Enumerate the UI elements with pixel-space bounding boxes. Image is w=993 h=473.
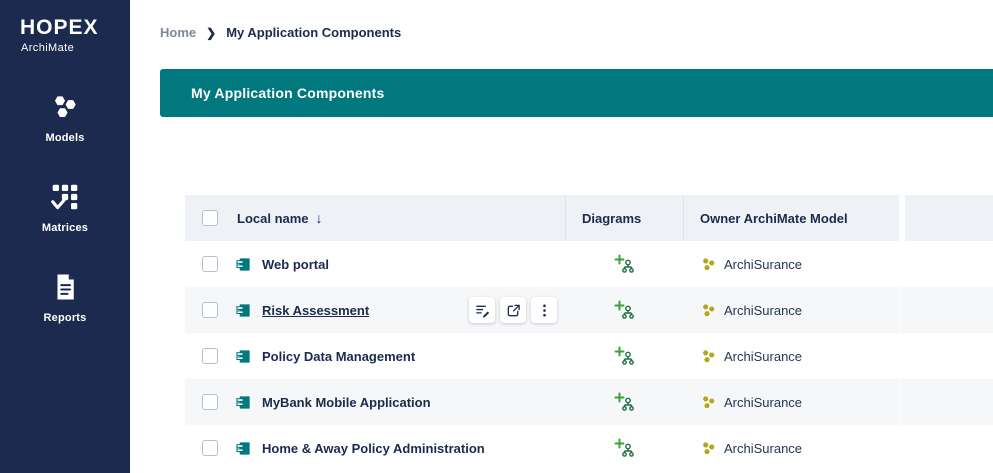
- breadcrumb-current: My Application Components: [226, 25, 402, 40]
- table-header-row: Local name ↓ Diagrams Owner ArchiMate Mo…: [185, 195, 993, 241]
- diagrams-icon[interactable]: [614, 254, 634, 274]
- application-component-icon: [235, 256, 252, 273]
- sidebar-item-matrices[interactable]: Matrices: [42, 182, 88, 234]
- table-row: Risk Assessment ArchiSurance: [185, 287, 993, 333]
- component-name-link[interactable]: MyBank Mobile Application: [262, 395, 431, 410]
- sidebar-nav: Models Matrices Reports: [0, 92, 130, 324]
- owner-model-icon: [700, 302, 717, 319]
- sidebar-item-label: Matrices: [41, 222, 89, 234]
- owner-model-icon: [700, 394, 717, 411]
- panel-header: My Application Components: [160, 69, 993, 117]
- reports-icon: [50, 272, 80, 307]
- components-table: Local name ↓ Diagrams Owner ArchiMate Mo…: [185, 195, 993, 471]
- column-header-extra: [899, 195, 993, 241]
- column-header-owner-model[interactable]: Owner ArchiMate Model: [683, 195, 899, 241]
- owner-model-icon: [700, 440, 717, 457]
- header-checkbox-cell: [185, 195, 235, 241]
- sidebar-item-reports[interactable]: Reports: [44, 272, 87, 324]
- owner-model-name: ArchiSurance: [724, 302, 803, 318]
- component-name-link[interactable]: Risk Assessment: [262, 303, 369, 318]
- owner-model-icon: [700, 348, 717, 365]
- owner-model-name: ArchiSurance: [724, 440, 803, 456]
- row-checkbox[interactable]: [202, 394, 218, 410]
- owner-model-name: ArchiSurance: [724, 348, 803, 364]
- application-component-icon: [235, 440, 252, 457]
- edit-properties-button[interactable]: [469, 297, 495, 323]
- more-options-button[interactable]: [531, 297, 557, 323]
- application-component-icon: [235, 348, 252, 365]
- sidebar-item-models[interactable]: Models: [45, 92, 84, 144]
- column-header-label: Local name: [237, 210, 309, 226]
- row-checkbox[interactable]: [202, 440, 218, 456]
- sort-descending-icon[interactable]: ↓: [316, 210, 323, 226]
- kebab-menu-icon: [542, 304, 546, 316]
- sidebar-item-label: Models: [45, 132, 85, 144]
- owner-model-name: ArchiSurance: [724, 394, 803, 410]
- table-row: Web portal ArchiSurance: [185, 241, 993, 287]
- extra-cell: [899, 241, 993, 287]
- models-icon: [50, 92, 80, 127]
- extra-cell: [899, 379, 993, 425]
- open-in-new-button[interactable]: [500, 297, 526, 323]
- component-name-link[interactable]: Policy Data Management: [262, 349, 415, 364]
- main-content: Home ❯ My Application Components My Appl…: [130, 0, 993, 473]
- application-component-icon: [235, 302, 252, 319]
- row-checkbox[interactable]: [202, 256, 218, 272]
- matrices-icon: [50, 182, 80, 217]
- diagrams-icon[interactable]: [614, 438, 634, 458]
- table-row: MyBank Mobile Application ArchiSurance: [185, 379, 993, 425]
- diagrams-icon[interactable]: [614, 392, 634, 412]
- table-row: Policy Data Management ArchiSurance: [185, 333, 993, 379]
- owner-model-icon: [700, 256, 717, 273]
- select-all-checkbox[interactable]: [202, 210, 218, 226]
- edit-icon: [475, 305, 489, 318]
- logo-subtitle: ArchiMate: [21, 42, 75, 54]
- breadcrumb-home-link[interactable]: Home: [160, 25, 196, 40]
- page-title: My Application Components: [191, 85, 385, 101]
- extra-cell: [899, 425, 993, 471]
- component-name-link[interactable]: Web portal: [262, 257, 329, 272]
- diagrams-icon[interactable]: [614, 300, 634, 320]
- extra-cell: [899, 333, 993, 379]
- app-window: HOPEX ArchiMate Models Matrices Reports …: [0, 0, 993, 473]
- diagrams-icon[interactable]: [614, 346, 634, 366]
- breadcrumb-chevron-icon: ❯: [206, 25, 217, 40]
- row-checkbox[interactable]: [202, 348, 218, 364]
- sidebar: HOPEX ArchiMate Models Matrices Reports: [0, 0, 130, 473]
- table-row: Home & Away Policy Administration ArchiS…: [185, 425, 993, 471]
- application-component-icon: [235, 394, 252, 411]
- row-checkbox[interactable]: [202, 302, 218, 318]
- logo-title: HOPEX: [20, 16, 99, 39]
- column-header-diagrams[interactable]: Diagrams: [565, 195, 683, 241]
- owner-model-name: ArchiSurance: [724, 256, 803, 272]
- extra-cell: [899, 287, 993, 333]
- row-actions: [469, 297, 557, 323]
- sidebar-item-label: Reports: [43, 312, 87, 324]
- logo: HOPEX ArchiMate: [0, 0, 130, 54]
- column-header-local-name[interactable]: Local name ↓: [235, 195, 565, 241]
- breadcrumb: Home ❯ My Application Components: [160, 0, 993, 40]
- open-in-new-icon: [507, 304, 520, 316]
- column-header-label: Diagrams: [582, 210, 642, 226]
- component-name-link[interactable]: Home & Away Policy Administration: [262, 441, 485, 456]
- column-header-label: Owner ArchiMate Model: [700, 210, 848, 226]
